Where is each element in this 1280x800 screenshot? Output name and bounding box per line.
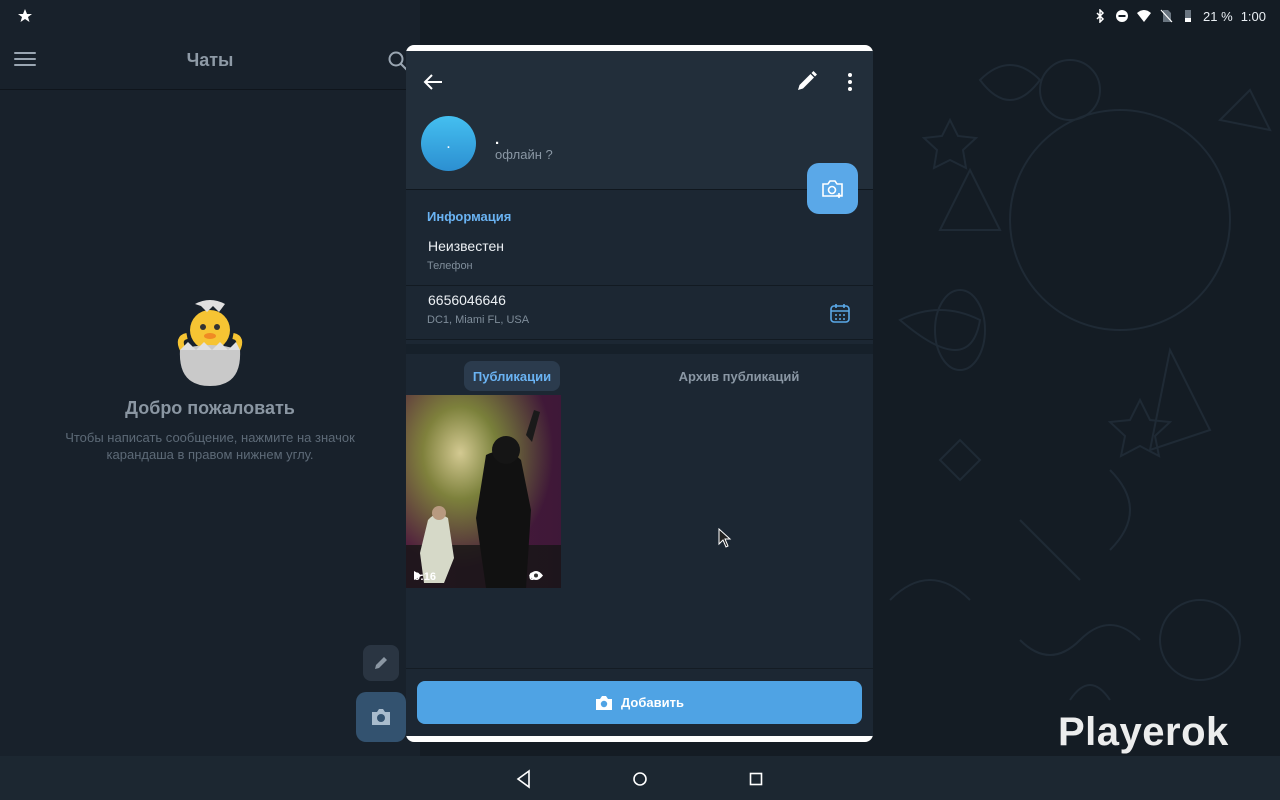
back-arrow-icon[interactable] — [422, 71, 444, 93]
no-sim-icon — [1160, 9, 1173, 23]
id-row[interactable]: 6656046646 DC1, Miami FL, USA — [406, 287, 873, 340]
video-duration: 0:16 — [414, 571, 436, 583]
info-header: Информация — [427, 209, 512, 224]
page-title: Чаты — [186, 50, 234, 70]
search-icon[interactable] — [388, 51, 408, 76]
add-post-label: Добавить — [621, 695, 684, 710]
more-vertical-icon[interactable] — [842, 71, 858, 93]
phone-row[interactable]: Неизвестен Телефон — [406, 233, 873, 286]
new-message-button[interactable] — [363, 645, 399, 681]
camera-icon — [372, 709, 390, 725]
watermark-logo: Playerok — [1058, 710, 1229, 754]
tab-posts-archive[interactable]: Архив публикаций — [676, 361, 802, 391]
section-divider — [406, 344, 873, 354]
chats-panel: Чаты Добро пожаловать Чтобы написать соо… — [0, 0, 420, 756]
datacenter-label: DC1, Miami FL, USA — [427, 314, 530, 326]
set-photo-button[interactable] — [807, 163, 858, 214]
profile-header: . . офлайн ? — [406, 51, 873, 190]
back-triangle-icon[interactable] — [513, 768, 535, 790]
duck-egg-icon — [177, 300, 243, 386]
tab-posts[interactable]: Публикации — [464, 361, 560, 391]
profile-dialog: . . офлайн ? Информация Неизвестен Телеф… — [406, 45, 873, 742]
camera-icon — [596, 695, 613, 710]
pencil-icon — [375, 657, 387, 669]
eye-icon — [529, 571, 543, 580]
status-bar: 21 % 1:00 — [0, 0, 1280, 32]
welcome-text: Чтобы написать сообщение, нажмите на зна… — [65, 430, 355, 462]
phone-value: Неизвестен — [428, 238, 504, 254]
mouse-cursor-icon — [718, 528, 732, 548]
camera-button[interactable] — [356, 692, 406, 742]
clock: 1:00 — [1240, 8, 1266, 24]
home-circle-icon[interactable] — [629, 768, 651, 790]
recents-square-icon[interactable] — [745, 768, 767, 790]
welcome-title: Добро пожаловать — [125, 398, 295, 418]
video-thumbnail[interactable]: 0:16 6 — [406, 395, 561, 588]
avatar[interactable]: . — [421, 116, 476, 171]
media-tabs: Публикации Архив публикаций — [406, 354, 873, 396]
welcome-block: Добро пожаловать Чтобы написать сообщени… — [60, 300, 360, 463]
battery-text: 21 % — [1203, 8, 1233, 24]
chats-header: Чаты — [0, 32, 420, 90]
video-views: 6 — [529, 571, 543, 583]
bottom-action-bar: Добавить — [406, 668, 873, 736]
play-icon — [414, 571, 422, 580]
pencil-icon[interactable] — [796, 70, 818, 92]
info-section: Информация Неизвестен Телефон 6656046646… — [406, 191, 873, 344]
navigation-bar — [0, 756, 1280, 800]
media-grid: 0:16 6 — [406, 395, 873, 669]
user-id-value: 6656046646 — [428, 292, 506, 308]
calendar-icon[interactable] — [829, 302, 851, 324]
profile-status: офлайн ? — [495, 147, 553, 162]
phone-label: Телефон — [427, 260, 473, 272]
bluetooth-icon — [1096, 9, 1105, 23]
add-post-button[interactable]: Добавить — [417, 681, 862, 724]
wifi-icon — [1137, 10, 1152, 22]
dnd-icon — [1116, 10, 1129, 22]
battery-icon — [1185, 10, 1192, 22]
profile-name: . — [495, 131, 500, 148]
star-icon — [18, 9, 32, 22]
camera-add-icon — [821, 179, 843, 198]
